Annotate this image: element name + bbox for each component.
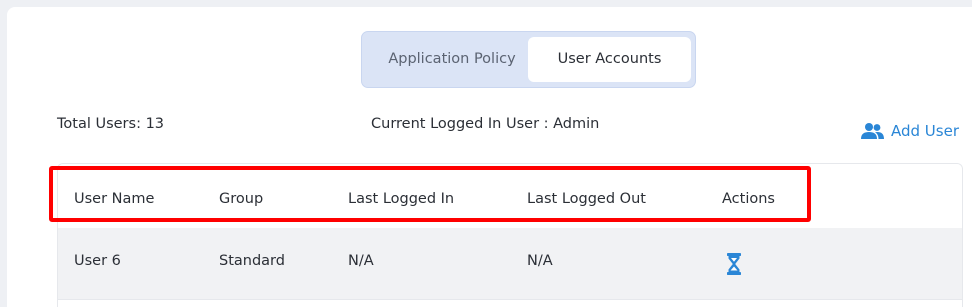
column-header-last-logged-in[interactable]: Last Logged In (348, 191, 454, 207)
tab-application-policy[interactable]: Application Policy (372, 37, 532, 82)
cell-last-logged-in: N/A (348, 253, 374, 269)
users-table: User Name Group Last Logged In Last Logg… (57, 163, 963, 307)
column-header-actions: Actions (722, 191, 775, 207)
cell-user-name: User 6 (74, 253, 121, 269)
hourglass-icon[interactable] (727, 253, 741, 275)
column-header-user-name[interactable]: User Name (74, 191, 154, 207)
tab-user-accounts[interactable]: User Accounts (528, 37, 691, 82)
add-user-label: Add User (891, 122, 959, 140)
current-user-label: Current Logged In User : Admin (371, 116, 600, 132)
add-user-icon (860, 122, 885, 140)
table-row[interactable]: User 6 Standard N/A N/A (58, 228, 962, 299)
column-header-last-logged-out[interactable]: Last Logged Out (527, 191, 646, 207)
table-header: User Name Group Last Logged In Last Logg… (58, 164, 962, 228)
cell-group: Standard (219, 253, 285, 269)
tab-bar: Application Policy User Accounts (361, 31, 696, 88)
table-row[interactable] (58, 299, 962, 307)
cell-last-logged-out: N/A (527, 253, 553, 269)
add-user-button[interactable]: Add User (860, 122, 959, 140)
total-users-label: Total Users: 13 (57, 116, 165, 132)
column-header-group[interactable]: Group (219, 191, 263, 207)
